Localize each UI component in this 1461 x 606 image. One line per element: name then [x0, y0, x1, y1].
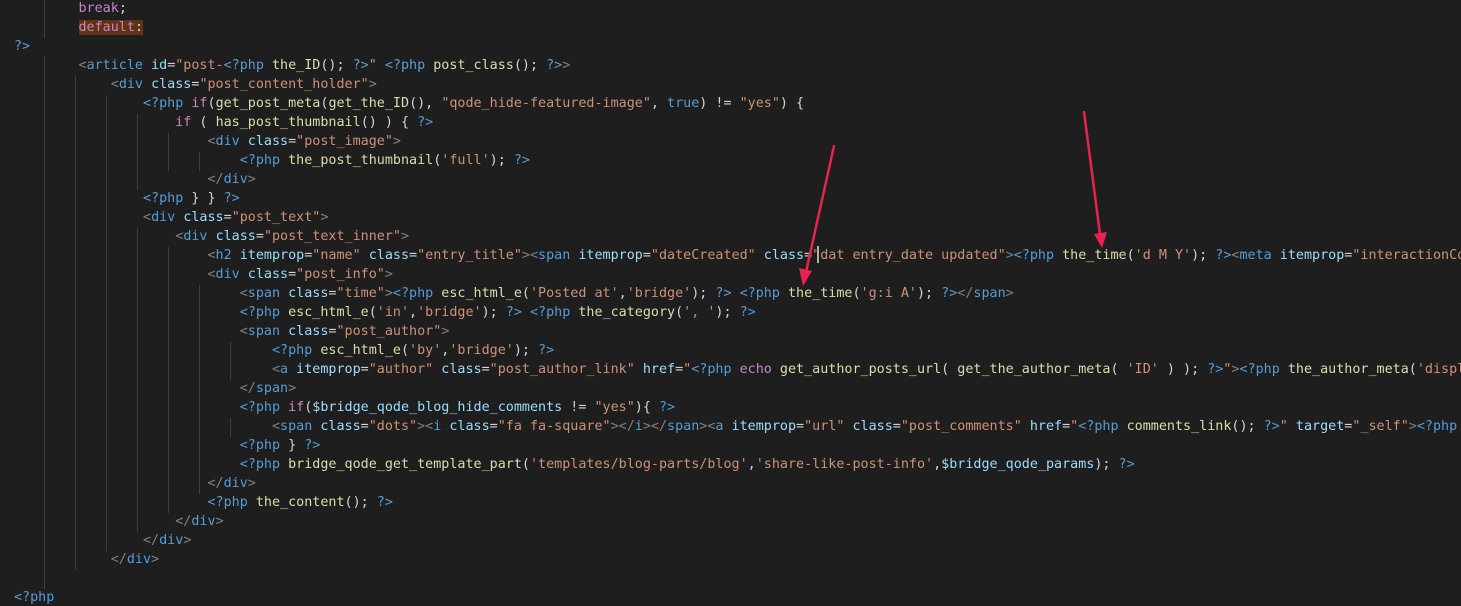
- arrow-annotation-the-time-g-i-a: [799, 144, 836, 286]
- annotation-arrows: [799, 110, 1107, 286]
- arrow-annotation-d-m-y: [1082, 110, 1107, 248]
- arrow-shaft: [1082, 110, 1102, 236]
- arrow-head: [799, 268, 812, 286]
- code-editor[interactable]: break; default: ?> <article id="post-<?ph…: [0, 0, 1461, 606]
- arrow-shaft: [804, 144, 836, 274]
- arrow-head: [1094, 232, 1107, 248]
